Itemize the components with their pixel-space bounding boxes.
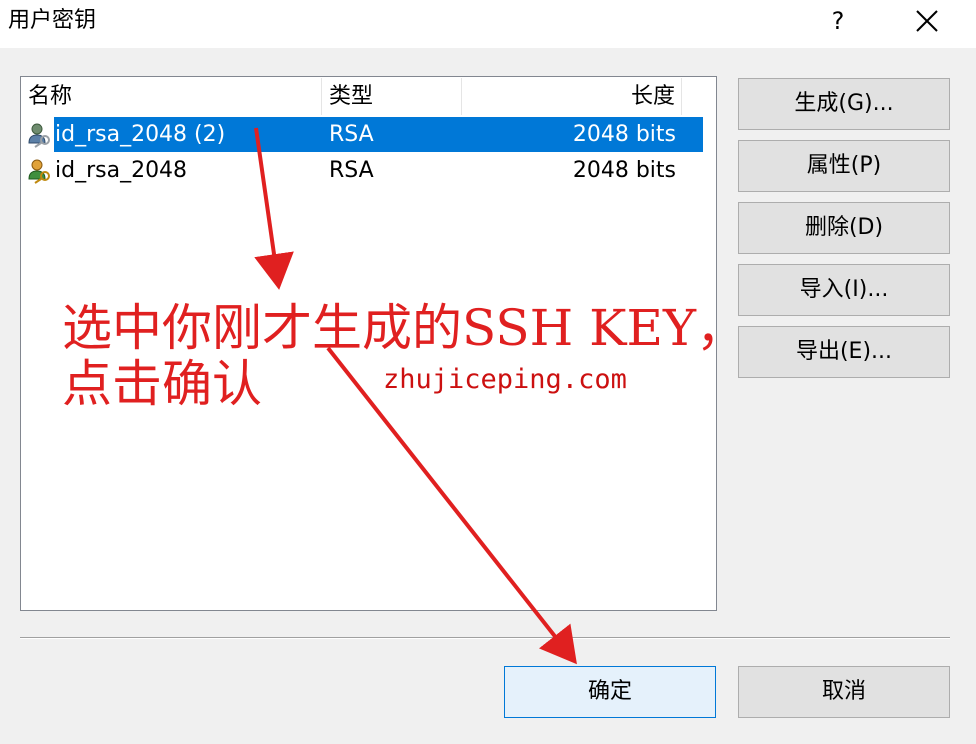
close-button[interactable]: [900, 0, 956, 44]
annotation-line-1: 选中你刚才生成的SSH KEY，: [62, 299, 746, 357]
key-type: RSA: [329, 158, 374, 183]
user-key-icon: [28, 159, 50, 184]
key-name: id_rsa_2048: [55, 158, 188, 183]
key-length: 2048 bits: [572, 122, 676, 147]
key-name: id_rsa_2048 (2): [54, 117, 322, 152]
ok-button[interactable]: 确定: [504, 666, 716, 718]
column-header-length[interactable]: 长度: [462, 78, 682, 115]
column-header-type[interactable]: 类型: [322, 78, 462, 115]
divider: [20, 637, 950, 639]
cancel-button[interactable]: 取消: [738, 666, 950, 718]
watermark-text: zhujiceping.com: [383, 364, 627, 395]
key-row-selected[interactable]: id_rsa_2048 (2) RSA 2048 bits: [22, 117, 703, 152]
generate-button[interactable]: 生成(G)...: [738, 78, 950, 130]
delete-button[interactable]: 删除(D): [738, 202, 950, 254]
key-row[interactable]: id_rsa_2048 RSA 2048 bits: [22, 153, 702, 188]
close-icon: [916, 10, 938, 32]
help-button[interactable]: ?: [815, 0, 861, 44]
export-button[interactable]: 导出(E)...: [738, 326, 950, 378]
import-button[interactable]: 导入(I)...: [738, 264, 950, 316]
user-key-icon: [28, 123, 50, 148]
title-bar: 用户密钥 ?: [0, 0, 976, 48]
list-header: 名称 类型 长度: [22, 78, 702, 115]
column-header-name[interactable]: 名称: [22, 78, 322, 115]
key-type: RSA: [329, 122, 374, 147]
key-length: 2048 bits: [572, 158, 676, 183]
window-title: 用户密钥: [8, 8, 97, 33]
properties-button[interactable]: 属性(P): [738, 140, 950, 192]
